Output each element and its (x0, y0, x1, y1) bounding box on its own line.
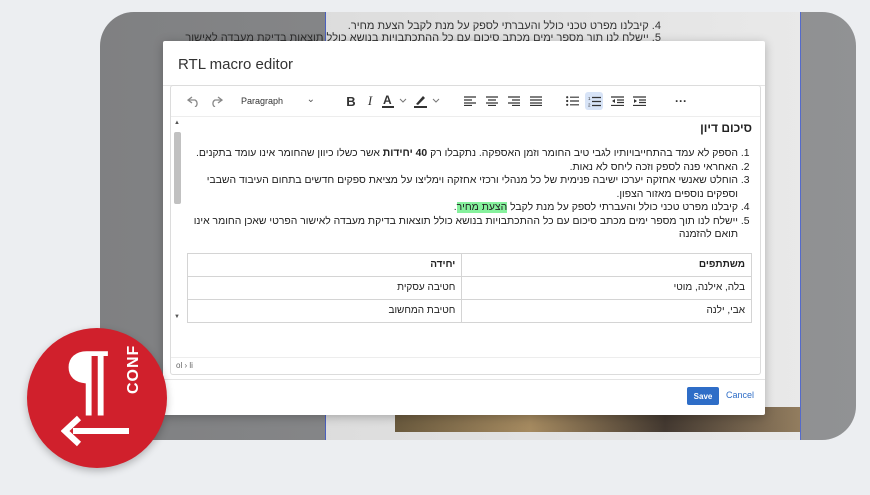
background-text-line: 4. קיבלנו מפרט טכני כולל והעברתי לספק על… (347, 20, 661, 32)
background-margin-line (800, 12, 801, 440)
column-header: יחידה (186, 252, 463, 277)
scroll-down-icon[interactable]: ▼ (174, 314, 180, 320)
svg-text:2: 2 (588, 102, 591, 107)
svg-text:A: A (383, 93, 392, 107)
table-header-row: משתתפים יחידה (186, 252, 752, 277)
bold-icon[interactable]: B (344, 92, 358, 110)
list-item: האחראי פנה לספק וזכה ליחס לא נאות. (189, 161, 738, 175)
list-item: קיבלנו מפרט טכני כולל והעברתי לספק על מנ… (189, 201, 738, 215)
scroll-up-icon[interactable]: ▲ (174, 120, 180, 126)
editor-toolbar: Paragraph ⌄ B I A 1 2 ··· (171, 86, 760, 117)
element-path: ol › li (176, 361, 193, 370)
highlighted-text: הצעת מחיר (456, 202, 508, 213)
bullet-list-icon[interactable] (564, 92, 580, 110)
align-center-icon[interactable] (485, 92, 499, 110)
save-button[interactable]: Save (687, 387, 719, 405)
arrow-left-icon (61, 415, 129, 447)
divider (163, 379, 765, 380)
align-left-icon[interactable] (463, 92, 477, 110)
table-cell: חטיבת המחשוב (186, 298, 463, 323)
chevron-down-icon: ⌄ (306, 94, 315, 105)
align-justify-icon[interactable] (529, 92, 543, 110)
indent-icon[interactable] (631, 92, 647, 110)
undo-icon[interactable] (185, 92, 201, 110)
italic-icon[interactable]: I (364, 92, 376, 110)
column-header: משתתפים (461, 252, 752, 277)
table-cell: חטיבה עסקית (186, 275, 463, 300)
document-body: סיכום דיון הספק לא עמד בהתחייבויותיו לגב… (186, 121, 752, 323)
table-row: אבי, ילנה חטיבת המחשוב (186, 298, 752, 323)
editor-statusbar: ol › li (171, 357, 760, 374)
paragraph-format-label: Paragraph (241, 96, 284, 106)
highlight-color-icon[interactable] (414, 92, 442, 110)
outdent-icon[interactable] (609, 92, 625, 110)
list-item: יישלח לנו תוך מספר ימים מכתב סיכום עם כל… (189, 215, 738, 242)
list-item: הספק לא עמד בהתחייבויותיו לגבי טיב החומר… (189, 147, 738, 161)
document-heading: סיכום דיון (700, 121, 752, 135)
participants-table: משתתפים יחידה בלה, אילנה, מוטי חטיבה עסק… (186, 252, 752, 323)
table-cell: אבי, ילנה (461, 298, 752, 323)
logo-text: CONF (125, 344, 142, 394)
editor-content-area[interactable]: ▲ ▼ סיכום דיון הספק לא עמד בהתחייבויותיו… (171, 117, 760, 357)
list-item: הוחלט שאנשי אחזקה יערכו ישיבה פנימית של … (189, 174, 738, 201)
table-cell: בלה, אילנה, מוטי (461, 275, 752, 300)
align-right-icon[interactable] (507, 92, 521, 110)
conference-logo: ¶ CONF (27, 328, 167, 468)
cancel-button[interactable]: Cancel (726, 390, 754, 400)
vertical-scrollbar[interactable]: ▲ ▼ (174, 120, 181, 322)
scrollbar-thumb[interactable] (174, 132, 181, 204)
macro-editor-dialog: RTL macro editor Paragraph ⌄ B I A 1 2 ·… (163, 41, 765, 415)
table-row: בלה, אילנה, מוטי חטיבה עסקית (186, 275, 752, 300)
paragraph-format-select[interactable]: Paragraph ⌄ (233, 92, 319, 110)
redo-icon[interactable] (208, 92, 224, 110)
dialog-title: RTL macro editor (178, 56, 294, 73)
text-color-icon[interactable]: A (382, 92, 408, 110)
more-options-icon[interactable]: ··· (673, 92, 689, 110)
discussion-list: הספק לא עמד בהתחייבויותיו לגבי טיב החומר… (189, 147, 752, 242)
numbered-list-icon[interactable]: 12 (585, 92, 603, 110)
svg-text:1: 1 (588, 96, 591, 101)
rich-text-editor: Paragraph ⌄ B I A 1 2 ··· ▲ ▼ סיכום דיון… (170, 85, 761, 375)
